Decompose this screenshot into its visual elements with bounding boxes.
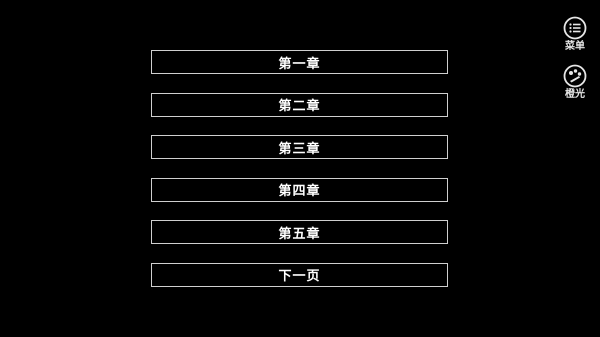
list-icon [563, 16, 587, 40]
chapter-list: 第一章 第二章 第三章 第四章 第五章 下一页 [151, 50, 448, 305]
menu-button[interactable]: 菜单 [563, 16, 587, 53]
next-page-button[interactable]: 下一页 [151, 262, 448, 287]
orange-light-label: 橙光 [565, 89, 585, 100]
side-toolbar: 菜单 橙光 [560, 16, 590, 112]
orange-light-button[interactable]: 橙光 [563, 64, 587, 101]
chapter-5-button[interactable]: 第五章 [151, 220, 448, 244]
menu-label: 菜单 [565, 41, 585, 52]
chapter-2-button[interactable]: 第二章 [151, 92, 448, 117]
chapter-3-button[interactable]: 第三章 [151, 135, 448, 159]
chapter-1-button[interactable]: 第一章 [151, 50, 448, 74]
palette-icon [563, 64, 587, 88]
chapter-4-button[interactable]: 第四章 [151, 177, 448, 202]
